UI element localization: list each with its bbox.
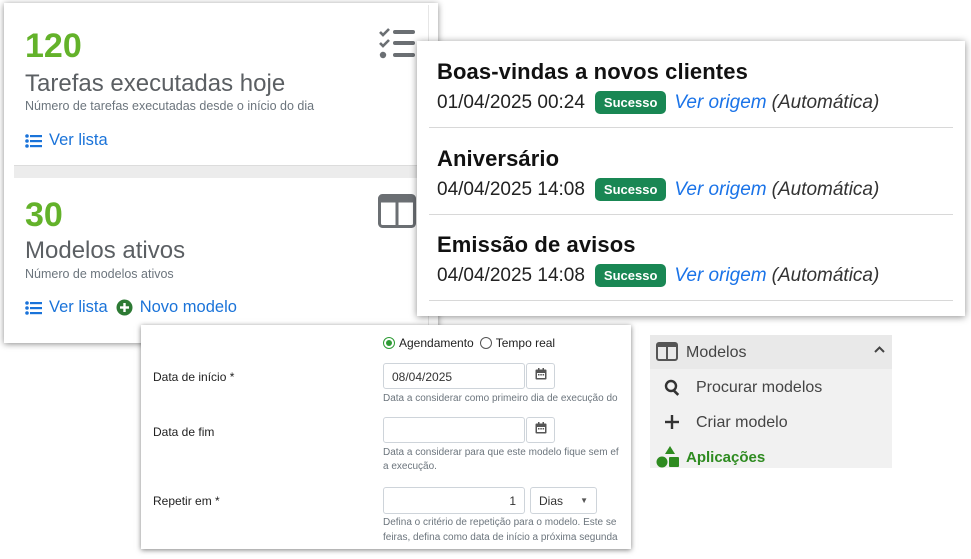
menu-item-search-models[interactable]: Procurar modelos <box>650 370 892 404</box>
tasks-count: 120 <box>25 27 82 65</box>
execution-datetime: 04/04/2025 14:08 <box>437 178 585 200</box>
execution-meta: 04/04/2025 14:08 Sucesso Ver origem (Aut… <box>437 178 879 201</box>
calendar-icon <box>535 421 547 439</box>
tasks-links: Ver lista <box>25 131 108 150</box>
menu-header-label: Modelos <box>686 344 747 361</box>
repeat-unit-value: Dias <box>539 493 564 508</box>
new-model-link[interactable]: Novo modelo <box>116 298 237 317</box>
execution-name: Emissão de avisos <box>437 232 636 257</box>
repeat-help-line1: Defina o critério de repetição para o mo… <box>383 517 617 528</box>
radio-scheduling[interactable] <box>383 337 395 349</box>
execution-type: (Automática) <box>771 91 880 113</box>
side-menu: Modelos Procurar modelos Criar modelo Ap… <box>650 335 892 468</box>
list-icon <box>25 300 42 315</box>
models-description: Número de modelos ativos <box>25 267 174 281</box>
start-date-label: Data de início * <box>153 370 235 384</box>
radio-scheduling-label: Agendamento <box>399 336 474 350</box>
models-links: Ver lista Novo modelo <box>25 298 237 317</box>
radio-realtime[interactable] <box>479 337 492 349</box>
tasks-view-list-link[interactable]: Ver lista <box>25 131 108 150</box>
end-date-label: Data de fim <box>153 425 215 439</box>
execution-datetime: 01/04/2025 00:24 <box>437 91 585 113</box>
radio-realtime-label: Tempo real <box>495 336 556 350</box>
checklist-icon <box>378 27 416 66</box>
list-item: Aniversário 04/04/2025 14:08 Sucesso Ver… <box>429 128 953 215</box>
search-icon <box>664 379 681 401</box>
models-view-list-label: Ver lista <box>49 298 108 316</box>
end-date-calendar-button[interactable] <box>526 417 555 443</box>
models-count: 30 <box>25 196 63 234</box>
start-date-help: Data a considerar como primeiro dia de e… <box>383 393 618 404</box>
end-date-input[interactable] <box>383 417 525 443</box>
schedule-form: Agendamento Tempo real Data de início * … <box>141 325 631 549</box>
status-badge: Sucesso <box>594 178 667 201</box>
status-badge: Sucesso <box>594 264 667 287</box>
repeat-number-input[interactable]: 1 <box>383 487 525 514</box>
execution-name: Aniversário <box>437 146 560 171</box>
calendar-icon <box>535 367 547 385</box>
menu-item-label: Procurar modelos <box>696 379 823 396</box>
models-stat: 30 Modelos ativos Número de modelos ativ… <box>14 178 429 338</box>
execution-meta: 04/04/2025 14:08 Sucesso Ver origem (Aut… <box>437 264 879 287</box>
start-date-calendar-button[interactable] <box>526 363 555 389</box>
columns-icon <box>378 194 416 233</box>
tasks-description: Número de tarefas executadas desde o iní… <box>25 99 315 113</box>
plus-circle-icon <box>116 299 133 316</box>
execution-meta: 01/04/2025 00:24 Sucesso Ver origem (Aut… <box>437 91 879 114</box>
stats-card: 120 Tarefas executadas hoje Número de ta… <box>4 3 438 343</box>
start-date-input[interactable]: 08/04/2025 <box>383 363 525 389</box>
models-title: Modelos ativos <box>25 237 186 264</box>
execution-type: (Automática) <box>771 178 880 200</box>
executions-card: Boas-vindas a novos clientes 01/04/2025 … <box>417 41 965 316</box>
view-origin-link[interactable]: Ver origem <box>674 265 766 287</box>
chevron-down-icon: ▼ <box>580 496 588 505</box>
tasks-title: Tarefas executadas hoje <box>25 70 286 97</box>
menu-item-label: Aplicações <box>686 449 766 466</box>
columns-icon <box>656 342 678 366</box>
mode-radio-group: Agendamento Tempo real <box>383 336 561 350</box>
plus-icon <box>664 414 680 435</box>
models-view-list-link[interactable]: Ver lista <box>25 298 108 317</box>
repeat-unit-select[interactable]: Dias ▼ <box>530 487 597 514</box>
execution-type: (Automática) <box>771 264 880 286</box>
menu-item-applications[interactable]: Aplicações <box>650 440 892 474</box>
end-date-help-line2: a execução. <box>383 461 437 472</box>
new-model-label: Novo modelo <box>139 298 237 316</box>
list-icon <box>25 133 42 148</box>
status-badge: Sucesso <box>594 91 667 114</box>
menu-header-models[interactable]: Modelos <box>650 335 892 369</box>
tasks-stat: 120 Tarefas executadas hoje Número de ta… <box>14 5 429 165</box>
stat-divider <box>14 165 428 179</box>
view-origin-link[interactable]: Ver origem <box>674 92 766 114</box>
end-date-help-line1: Data a considerar para que este modelo f… <box>383 447 619 458</box>
list-item: Emissão de avisos 04/04/2025 14:08 Suces… <box>429 214 953 301</box>
menu-item-label: Criar modelo <box>696 414 788 431</box>
execution-name: Boas-vindas a novos clientes <box>437 59 748 84</box>
chevron-up-icon <box>873 343 886 361</box>
repeat-label: Repetir em * <box>153 494 220 508</box>
list-item: Boas-vindas a novos clientes 01/04/2025 … <box>429 41 953 128</box>
view-origin-link[interactable]: Ver origem <box>674 179 766 201</box>
execution-datetime: 04/04/2025 14:08 <box>437 264 585 286</box>
repeat-help-line2: feiras, defina como data de início a pró… <box>383 532 618 543</box>
shapes-icon <box>656 446 680 473</box>
menu-item-create-model[interactable]: Criar modelo <box>650 405 892 439</box>
tasks-view-list-label: Ver lista <box>49 131 108 149</box>
